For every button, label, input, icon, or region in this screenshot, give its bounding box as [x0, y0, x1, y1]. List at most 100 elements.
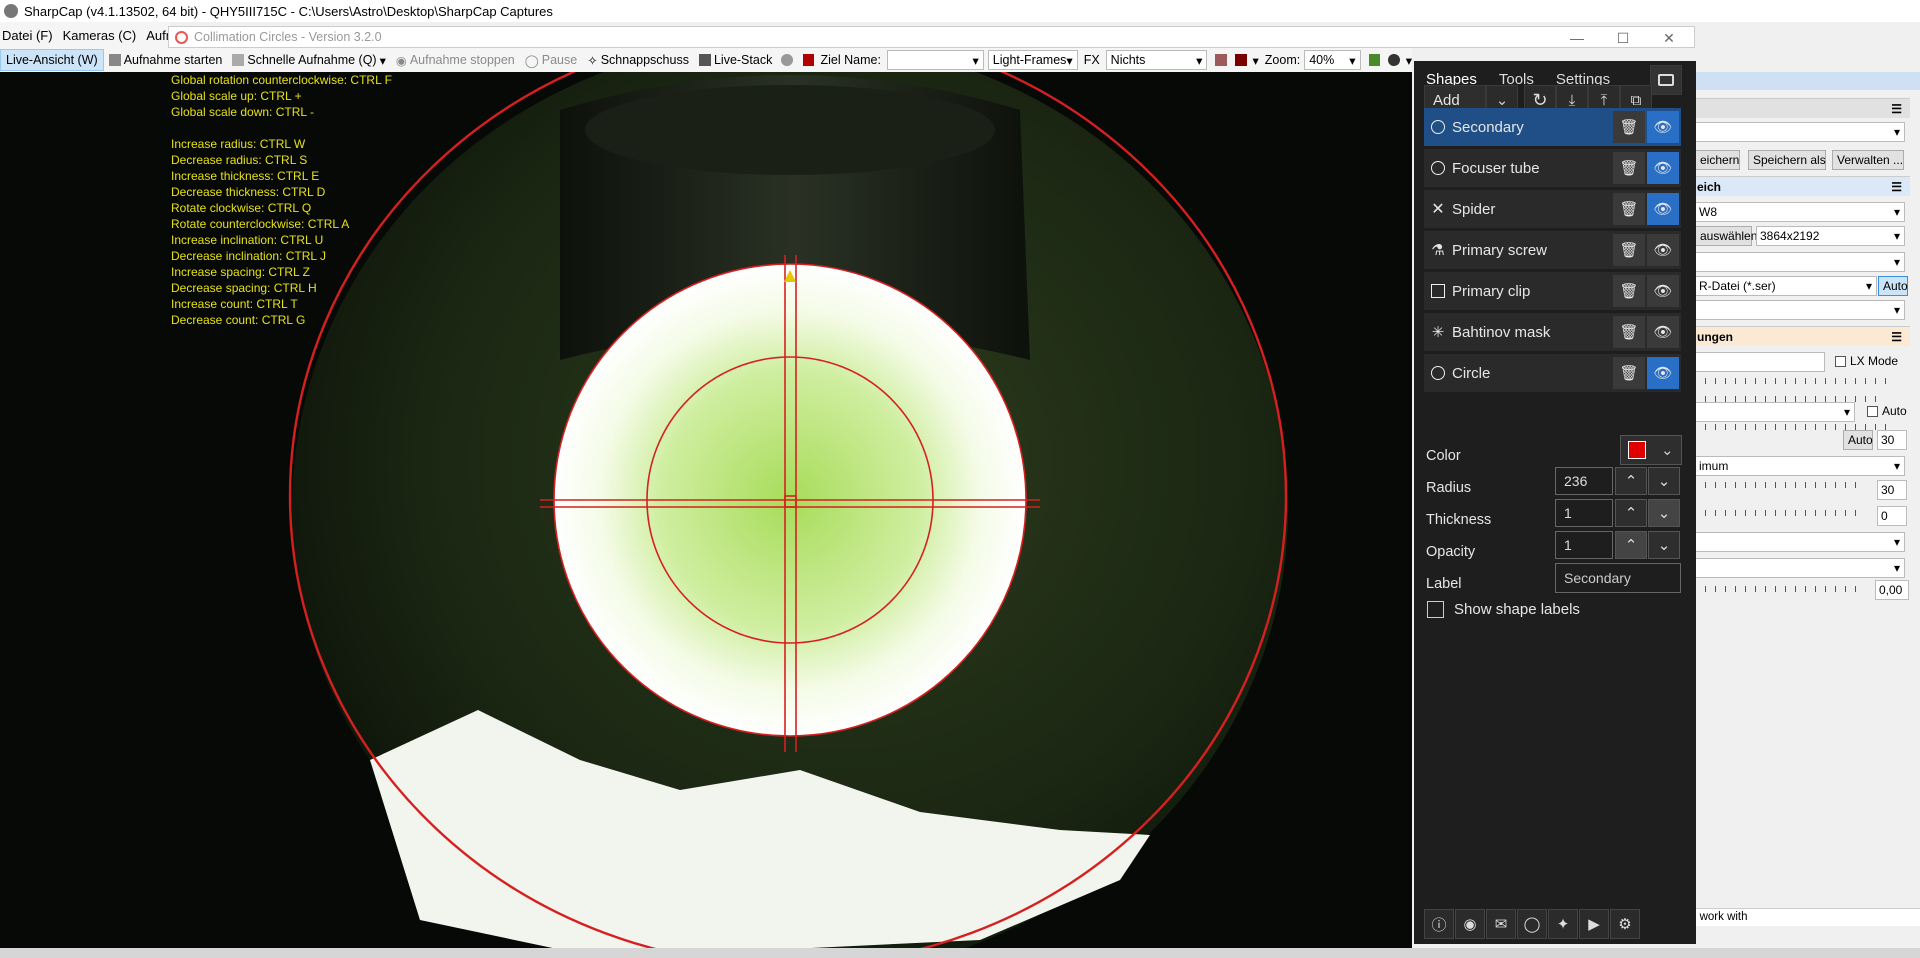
mode-select[interactable]: imum ▾ [1695, 456, 1905, 476]
color-picker[interactable]: ⌄ [1620, 435, 1682, 465]
eye-off-icon[interactable]: 👁 [1647, 234, 1679, 266]
offset-value-field[interactable]: 30 [1877, 480, 1907, 500]
stop-capture-button[interactable]: ◉ Aufnahme stoppen [391, 49, 520, 71]
overlay-toggle-button[interactable] [1650, 65, 1682, 95]
bug-icon[interactable]: ⚙ [1610, 909, 1640, 939]
opacity-label: Opacity [1426, 544, 1476, 560]
collimation-window-titlebar[interactable]: Collimation Circles - Version 3.2.0 — ☐ … [168, 26, 1695, 48]
resolution-select[interactable]: 3864x2192 ▾ [1756, 226, 1905, 246]
eye-off-icon[interactable]: 👁 [1647, 275, 1679, 307]
target-name-combo[interactable]: ▾ [886, 50, 984, 70]
manage-button[interactable]: Verwalten ... [1832, 150, 1904, 170]
bit-depth-select[interactable]: W8 ▾ [1695, 202, 1905, 222]
info-icon[interactable]: ⓘ [1424, 909, 1454, 939]
zoom-select[interactable]: 40% ▾ [1304, 50, 1361, 70]
menu-datei[interactable]: Datei (F) [2, 28, 53, 43]
reticle-icon[interactable] [1234, 54, 1247, 66]
magnifier-icon[interactable] [1388, 54, 1400, 66]
gain-value-field[interactable]: 30 [1877, 430, 1907, 450]
label-input[interactable]: Secondary [1555, 563, 1681, 593]
trash-icon[interactable]: 🗑 [1613, 275, 1645, 307]
menu-aufnahme[interactable]: Aufna [146, 28, 170, 43]
radius-decrease-button[interactable]: ⌄ [1648, 467, 1680, 495]
trash-icon[interactable]: 🗑 [1613, 357, 1645, 389]
select-area-button[interactable]: auswählen [1695, 226, 1757, 246]
output-format-select[interactable]: R-Datei (*.ser) ▾ [1695, 276, 1877, 296]
auto-format-button[interactable]: Auto [1878, 276, 1908, 296]
shape-row-primary-screw[interactable]: ⚗ Primary screw 🗑 👁 [1424, 231, 1681, 269]
bottom-scrollbar[interactable] [0, 948, 1920, 958]
chevron-down-icon[interactable]: ▾ [1406, 53, 1412, 68]
trash-icon[interactable]: 🗑 [1613, 316, 1645, 348]
save-as-button[interactable]: Speichern als [1748, 150, 1826, 170]
quick-capture-button[interactable]: Schnelle Aufnahme (Q) ▾ [227, 49, 391, 71]
thickness-input[interactable]: 1 [1555, 499, 1613, 527]
shortcut-line: Increase thickness: CTRL E [171, 169, 320, 183]
start-capture-button[interactable]: Aufnahme starten [104, 49, 228, 71]
live-stack-button[interactable]: Live-Stack [694, 49, 777, 71]
shape-row-spider[interactable]: ✕ Spider 🗑 👁 [1424, 190, 1681, 228]
trash-icon[interactable]: 🗑 [1613, 234, 1645, 266]
trash-icon[interactable]: 🗑 [1613, 193, 1645, 225]
eye-icon[interactable]: 👁 [1647, 193, 1679, 225]
frame-type-select[interactable]: Light-Frames ▾ [987, 50, 1078, 70]
shape-row-circle[interactable]: Circle 🗑 👁 [1424, 354, 1681, 392]
setting-select[interactable]: ▾ [1695, 558, 1905, 578]
chevron-down-icon[interactable]: ▾ [380, 53, 386, 68]
mail-icon[interactable]: ✉ [1486, 909, 1516, 939]
maximize-icon[interactable]: ☐ [1600, 27, 1646, 49]
chevron-down-icon: ▾ [1196, 53, 1203, 68]
histogram-icon[interactable] [1215, 54, 1227, 66]
value-field[interactable]: 0 [1877, 506, 1907, 526]
decimal-value-field[interactable]: 0,00 [1875, 580, 1909, 600]
red-filter-icon[interactable] [802, 54, 815, 66]
trash-icon[interactable]: 🗑 [1613, 111, 1645, 143]
auto-gain-button[interactable]: Auto [1843, 430, 1873, 450]
profile-select[interactable]: ▾ [1695, 122, 1905, 142]
colour-space-select[interactable]: ▾ [1695, 252, 1905, 272]
binning-select[interactable]: ▾ [1695, 300, 1905, 320]
eye-icon[interactable]: 👁 [1647, 111, 1679, 143]
pause-button[interactable]: ◯ Pause [520, 49, 582, 71]
palette-icon[interactable]: ◉ [1455, 909, 1485, 939]
snapshot-button[interactable]: ✧ Schnappschuss [582, 49, 694, 71]
github-icon[interactable]: ◯ [1517, 909, 1547, 939]
opacity-decrease-button[interactable]: ⌄ [1648, 531, 1680, 559]
radius-increase-button[interactable]: ⌃ [1615, 467, 1647, 495]
thickness-decrease-button[interactable]: ⌄ [1648, 499, 1680, 527]
show-shape-labels-checkbox[interactable]: Show shape labels [1427, 601, 1580, 618]
gain-select[interactable]: ▾ [1695, 402, 1855, 422]
setting-select[interactable]: ▾ [1695, 532, 1905, 552]
eye-icon[interactable]: 👁 [1647, 152, 1679, 184]
hamburger-icon[interactable]: ☰ [1891, 327, 1902, 347]
youtube-icon[interactable]: ▶ [1579, 909, 1609, 939]
radius-input[interactable]: 236 [1555, 467, 1613, 495]
auto-checkbox[interactable]: Auto [1867, 404, 1907, 418]
shape-row-bahtinov-mask[interactable]: ✳ Bahtinov mask 🗑 👁 [1424, 313, 1681, 351]
opacity-increase-button[interactable]: ⌃ [1615, 531, 1647, 559]
sphere-icon[interactable] [781, 54, 793, 66]
shape-row-focuser-tube[interactable]: Focuser tube 🗑 👁 [1424, 149, 1681, 187]
hamburger-icon[interactable]: ☰ [1891, 99, 1902, 119]
shape-row-primary-clip[interactable]: Primary clip 🗑 👁 [1424, 272, 1681, 310]
hamburger-icon[interactable]: ☰ [1891, 177, 1902, 197]
stop-icon: ◉ [395, 53, 407, 68]
save-button[interactable]: eichern [1695, 150, 1740, 170]
minimize-icon[interactable]: — [1554, 27, 1600, 49]
close-icon[interactable]: ✕ [1646, 27, 1692, 49]
fx-select[interactable]: Nichts ▾ [1105, 50, 1208, 70]
eye-icon[interactable]: 👁 [1647, 357, 1679, 389]
opacity-input[interactable]: 1 [1555, 531, 1613, 559]
trash-icon[interactable]: 🗑 [1613, 152, 1645, 184]
lx-mode-checkbox[interactable]: LX Mode [1835, 354, 1898, 368]
twitter-icon[interactable]: ✦ [1548, 909, 1578, 939]
thickness-increase-button[interactable]: ⌃ [1615, 499, 1647, 527]
eye-off-icon[interactable]: 👁 [1647, 316, 1679, 348]
exposure-input[interactable] [1695, 352, 1825, 372]
menu-kameras[interactable]: Kameras (C) [63, 28, 137, 43]
chart-icon[interactable] [1368, 54, 1381, 66]
live-view-button[interactable]: Live-Ansicht (W) [0, 49, 104, 71]
chevron-down-icon[interactable]: ▾ [1253, 53, 1259, 68]
chevron-down-icon: ⌄ [1495, 92, 1509, 109]
shape-row-secondary[interactable]: Secondary 🗑 👁 [1424, 108, 1681, 146]
